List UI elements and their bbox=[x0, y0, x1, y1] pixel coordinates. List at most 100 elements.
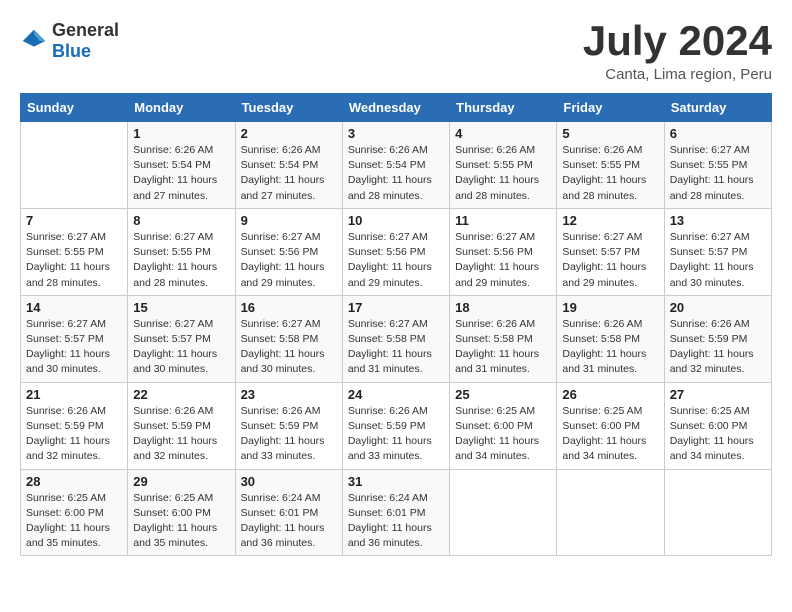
logo: General Blue bbox=[20, 20, 119, 62]
calendar-cell: 9Sunrise: 6:27 AMSunset: 5:56 PMDaylight… bbox=[235, 208, 342, 295]
calendar-cell: 13 Sunrise: 6:27 AMSunset: 5:57 PMDayligh… bbox=[664, 208, 771, 295]
day-number: 16 bbox=[241, 300, 337, 315]
calendar-cell: 30 Sunrise: 6:24 AMSunset: 6:01 PMDayligh… bbox=[235, 469, 342, 556]
day-info: Sunrise: 6:27 AMSunset: 5:58 PMDaylight:… bbox=[241, 317, 337, 378]
calendar-cell: 29 Sunrise: 6:25 AMSunset: 6:00 PMDayligh… bbox=[128, 469, 235, 556]
weekday-header: Sunday bbox=[21, 94, 128, 122]
day-number: 3 bbox=[348, 126, 444, 141]
day-number: 21 bbox=[26, 387, 122, 402]
day-info: Sunrise: 6:26 AMSunset: 5:59 PMDaylight:… bbox=[241, 404, 337, 465]
calendar-cell: 17 Sunrise: 6:27 AMSunset: 5:58 PMDayligh… bbox=[342, 295, 449, 382]
title-section: July 2024 Canta, Lima region, Peru bbox=[583, 20, 772, 83]
day-number: 30 bbox=[241, 474, 337, 489]
calendar-cell: 12Sunrise: 6:27 AMSunset: 5:57 PMDayligh… bbox=[557, 208, 664, 295]
day-info: Sunrise: 6:26 AMSunset: 5:54 PMDaylight:… bbox=[348, 143, 444, 204]
calendar-cell: 31 Sunrise: 6:24 AMSunset: 6:01 PMDayligh… bbox=[342, 469, 449, 556]
calendar-cell bbox=[21, 122, 128, 209]
calendar-cell: 24Sunrise: 6:26 AMSunset: 5:59 PMDayligh… bbox=[342, 382, 449, 469]
day-info: Sunrise: 6:26 AMSunset: 5:58 PMDaylight:… bbox=[562, 317, 658, 378]
page-header: General Blue July 2024 Canta, Lima regio… bbox=[20, 20, 772, 83]
calendar-cell: 25 Sunrise: 6:25 AMSunset: 6:00 PMDayligh… bbox=[450, 382, 557, 469]
calendar-cell: 15Sunrise: 6:27 AMSunset: 5:57 PMDayligh… bbox=[128, 295, 235, 382]
day-number: 1 bbox=[133, 126, 229, 141]
day-number: 27 bbox=[670, 387, 766, 402]
calendar-week-row: 14Sunrise: 6:27 AMSunset: 5:57 PMDayligh… bbox=[21, 295, 772, 382]
day-number: 18 bbox=[455, 300, 551, 315]
calendar-cell: 3 Sunrise: 6:26 AMSunset: 5:54 PMDaylight… bbox=[342, 122, 449, 209]
day-info: Sunrise: 6:27 AMSunset: 5:57 PMDaylight:… bbox=[670, 230, 766, 291]
calendar-cell: 23 Sunrise: 6:26 AMSunset: 5:59 PMDayligh… bbox=[235, 382, 342, 469]
day-info: Sunrise: 6:27 AMSunset: 5:56 PMDaylight:… bbox=[455, 230, 551, 291]
day-number: 8 bbox=[133, 213, 229, 228]
day-info: Sunrise: 6:27 AMSunset: 5:55 PMDaylight:… bbox=[670, 143, 766, 204]
logo-icon bbox=[20, 27, 48, 55]
weekday-header: Wednesday bbox=[342, 94, 449, 122]
logo-text: General Blue bbox=[52, 20, 119, 62]
weekday-header: Saturday bbox=[664, 94, 771, 122]
calendar-cell: 7 Sunrise: 6:27 AMSunset: 5:55 PMDaylight… bbox=[21, 208, 128, 295]
calendar-cell: 22 Sunrise: 6:26 AMSunset: 5:59 PMDayligh… bbox=[128, 382, 235, 469]
day-info: Sunrise: 6:25 AMSunset: 6:00 PMDaylight:… bbox=[26, 491, 122, 552]
day-number: 23 bbox=[241, 387, 337, 402]
calendar-cell: 11 Sunrise: 6:27 AMSunset: 5:56 PMDayligh… bbox=[450, 208, 557, 295]
day-info: Sunrise: 6:26 AMSunset: 5:54 PMDaylight:… bbox=[241, 143, 337, 204]
day-info: Sunrise: 6:26 AMSunset: 5:59 PMDaylight:… bbox=[133, 404, 229, 465]
calendar-cell bbox=[664, 469, 771, 556]
day-info: Sunrise: 6:25 AMSunset: 6:00 PMDaylight:… bbox=[133, 491, 229, 552]
calendar-cell: 20 Sunrise: 6:26 AMSunset: 5:59 PMDayligh… bbox=[664, 295, 771, 382]
calendar-week-row: 28 Sunrise: 6:25 AMSunset: 6:00 PMDayligh… bbox=[21, 469, 772, 556]
day-number: 9 bbox=[241, 213, 337, 228]
day-info: Sunrise: 6:25 AMSunset: 6:00 PMDaylight:… bbox=[562, 404, 658, 465]
weekday-header: Tuesday bbox=[235, 94, 342, 122]
day-info: Sunrise: 6:26 AMSunset: 5:55 PMDaylight:… bbox=[455, 143, 551, 204]
day-info: Sunrise: 6:25 AMSunset: 6:00 PMDaylight:… bbox=[670, 404, 766, 465]
day-info: Sunrise: 6:26 AMSunset: 5:55 PMDaylight:… bbox=[562, 143, 658, 204]
day-info: Sunrise: 6:27 AMSunset: 5:55 PMDaylight:… bbox=[26, 230, 122, 291]
day-number: 31 bbox=[348, 474, 444, 489]
day-number: 13 bbox=[670, 213, 766, 228]
day-number: 11 bbox=[455, 213, 551, 228]
day-number: 5 bbox=[562, 126, 658, 141]
calendar-cell: 18 Sunrise: 6:26 AMSunset: 5:58 PMDayligh… bbox=[450, 295, 557, 382]
logo-blue: Blue bbox=[52, 41, 91, 61]
day-info: Sunrise: 6:26 AMSunset: 5:59 PMDaylight:… bbox=[670, 317, 766, 378]
calendar-cell: 14Sunrise: 6:27 AMSunset: 5:57 PMDayligh… bbox=[21, 295, 128, 382]
day-number: 12 bbox=[562, 213, 658, 228]
calendar-cell: 2Sunrise: 6:26 AMSunset: 5:54 PMDaylight… bbox=[235, 122, 342, 209]
day-info: Sunrise: 6:26 AMSunset: 5:58 PMDaylight:… bbox=[455, 317, 551, 378]
calendar-cell: 4Sunrise: 6:26 AMSunset: 5:55 PMDaylight… bbox=[450, 122, 557, 209]
month-title: July 2024 bbox=[583, 20, 772, 62]
day-number: 6 bbox=[670, 126, 766, 141]
day-info: Sunrise: 6:24 AMSunset: 6:01 PMDaylight:… bbox=[241, 491, 337, 552]
day-number: 26 bbox=[562, 387, 658, 402]
day-info: Sunrise: 6:24 AMSunset: 6:01 PMDaylight:… bbox=[348, 491, 444, 552]
day-number: 20 bbox=[670, 300, 766, 315]
day-number: 29 bbox=[133, 474, 229, 489]
logo-general: General bbox=[52, 20, 119, 40]
weekday-header: Monday bbox=[128, 94, 235, 122]
calendar-cell: 28 Sunrise: 6:25 AMSunset: 6:00 PMDayligh… bbox=[21, 469, 128, 556]
day-info: Sunrise: 6:27 AMSunset: 5:56 PMDaylight:… bbox=[348, 230, 444, 291]
day-number: 25 bbox=[455, 387, 551, 402]
day-number: 17 bbox=[348, 300, 444, 315]
calendar-cell: 10 Sunrise: 6:27 AMSunset: 5:56 PMDayligh… bbox=[342, 208, 449, 295]
day-info: Sunrise: 6:27 AMSunset: 5:58 PMDaylight:… bbox=[348, 317, 444, 378]
weekday-header: Thursday bbox=[450, 94, 557, 122]
calendar-cell: 26 Sunrise: 6:25 AMSunset: 6:00 PMDayligh… bbox=[557, 382, 664, 469]
weekday-header: Friday bbox=[557, 94, 664, 122]
day-info: Sunrise: 6:26 AMSunset: 5:59 PMDaylight:… bbox=[26, 404, 122, 465]
day-info: Sunrise: 6:27 AMSunset: 5:57 PMDaylight:… bbox=[26, 317, 122, 378]
calendar-cell: 5 Sunrise: 6:26 AMSunset: 5:55 PMDaylight… bbox=[557, 122, 664, 209]
day-number: 22 bbox=[133, 387, 229, 402]
day-number: 10 bbox=[348, 213, 444, 228]
location: Canta, Lima region, Peru bbox=[583, 66, 772, 83]
calendar-cell: 6 Sunrise: 6:27 AMSunset: 5:55 PMDaylight… bbox=[664, 122, 771, 209]
day-info: Sunrise: 6:27 AMSunset: 5:55 PMDaylight:… bbox=[133, 230, 229, 291]
day-number: 24 bbox=[348, 387, 444, 402]
day-number: 28 bbox=[26, 474, 122, 489]
calendar-week-row: 21 Sunrise: 6:26 AMSunset: 5:59 PMDayligh… bbox=[21, 382, 772, 469]
calendar-week-row: 7 Sunrise: 6:27 AMSunset: 5:55 PMDaylight… bbox=[21, 208, 772, 295]
day-info: Sunrise: 6:27 AMSunset: 5:57 PMDaylight:… bbox=[133, 317, 229, 378]
day-number: 7 bbox=[26, 213, 122, 228]
day-info: Sunrise: 6:25 AMSunset: 6:00 PMDaylight:… bbox=[455, 404, 551, 465]
